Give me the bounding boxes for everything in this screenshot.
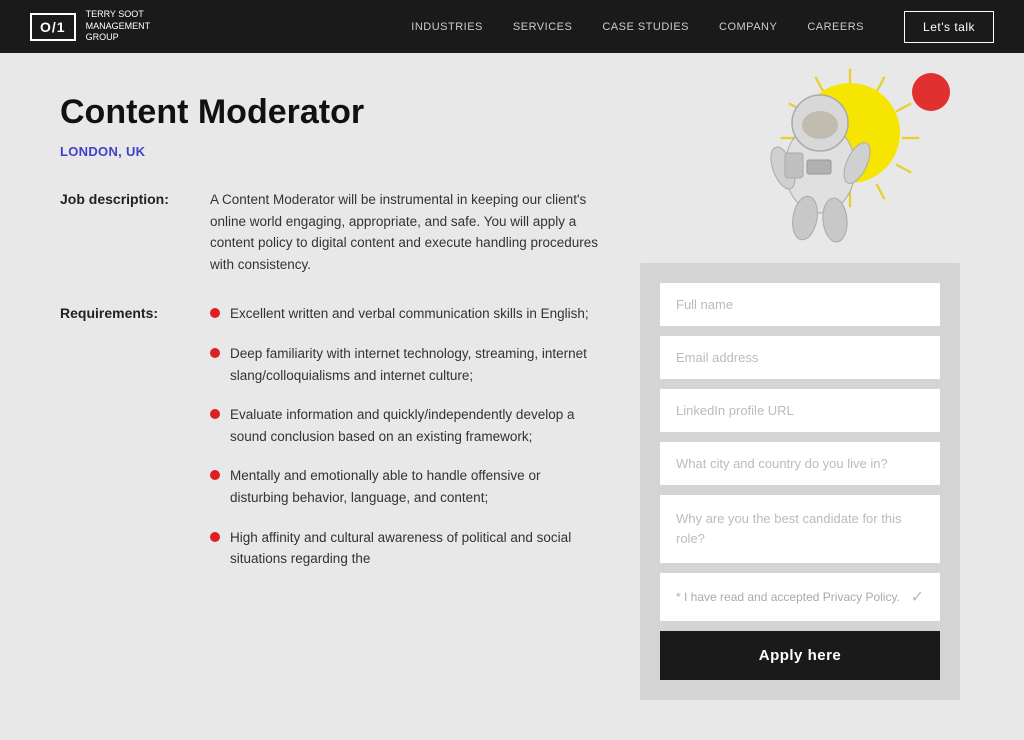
application-form: * I have read and accepted Privacy Polic… (640, 263, 960, 700)
nav-case-studies[interactable]: CASE STUDIES (602, 21, 689, 33)
requirements-label: Requirements: (60, 303, 190, 587)
yellow-circle-decoration (800, 83, 900, 183)
bullet-icon (210, 348, 220, 358)
sun-rays-icon (775, 63, 925, 213)
main-nav: INDUSTRIES SERVICES CASE STUDIES COMPANY… (411, 11, 994, 43)
nav-company[interactable]: COMPANY (719, 21, 777, 33)
checkmark-icon: ✓ (911, 587, 924, 607)
linkedin-input[interactable] (660, 389, 940, 432)
requirements-section: Requirements: Excellent written and verb… (60, 303, 600, 587)
lets-talk-button[interactable]: Let's talk (904, 11, 994, 43)
job-title: Content Moderator (60, 93, 600, 132)
bullet-icon (210, 409, 220, 419)
illustration-area (610, 63, 970, 263)
bullet-icon (210, 470, 220, 480)
red-circle-decoration (912, 73, 950, 111)
privacy-row: * I have read and accepted Privacy Polic… (660, 573, 940, 621)
main-content: Content Moderator LONDON, UK Job descrip… (0, 53, 1024, 740)
apply-button[interactable]: Apply here (660, 631, 940, 680)
bullet-icon (210, 308, 220, 318)
city-input[interactable] (660, 442, 940, 485)
logo-icon: O/1 (30, 13, 76, 41)
full-name-input[interactable] (660, 283, 940, 326)
list-item: High affinity and cultural awareness of … (210, 527, 600, 570)
job-details: Content Moderator LONDON, UK Job descrip… (60, 93, 600, 700)
email-input[interactable] (660, 336, 940, 379)
requirements-list: Excellent written and verbal communicati… (210, 303, 600, 587)
list-item: Mentally and emotionally able to handle … (210, 465, 600, 508)
application-column: * I have read and accepted Privacy Polic… (640, 93, 960, 700)
logo-area: O/1 TERRY SOOT MANAGEMENT GROUP (30, 9, 150, 44)
astronaut-icon (755, 78, 885, 243)
company-name: TERRY SOOT MANAGEMENT GROUP (86, 9, 151, 44)
privacy-text: * I have read and accepted Privacy Polic… (676, 589, 900, 606)
main-header: O/1 TERRY SOOT MANAGEMENT GROUP INDUSTRI… (0, 0, 1024, 53)
job-location: LONDON, UK (60, 144, 600, 159)
list-item: Evaluate information and quickly/indepen… (210, 404, 600, 447)
candidate-textarea[interactable] (660, 495, 940, 563)
description-label: Job description: (60, 189, 190, 275)
nav-industries[interactable]: INDUSTRIES (411, 21, 483, 33)
logo-text: O/1 (40, 19, 66, 35)
list-item: Deep familiarity with internet technolog… (210, 343, 600, 386)
nav-services[interactable]: SERVICES (513, 21, 572, 33)
description-text: A Content Moderator will be instrumental… (210, 189, 600, 275)
bullet-icon (210, 532, 220, 542)
nav-careers[interactable]: CAREERS (807, 21, 864, 33)
job-description-section: Job description: A Content Moderator wil… (60, 189, 600, 275)
list-item: Excellent written and verbal communicati… (210, 303, 600, 325)
